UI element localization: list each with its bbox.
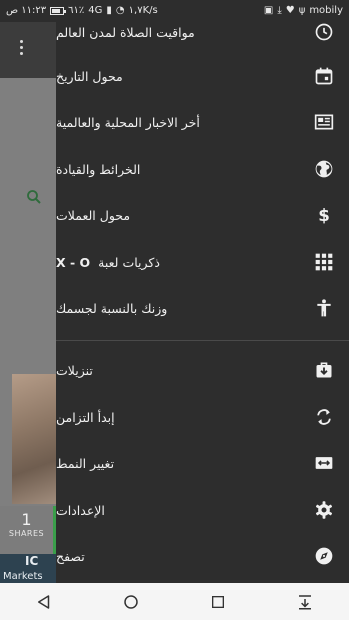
search-icon[interactable]: [25, 188, 43, 210]
time-text: ١١:٢٣ ص: [6, 5, 47, 16]
menu-item-label: مواقيت الصلاة لمدن العالم: [56, 24, 195, 40]
menu-item-suffix: X - O: [56, 254, 91, 270]
menu-item-news[interactable]: أخر الاخبار المحلية والعالمية: [56, 102, 349, 142]
menu-item-maps[interactable]: الخرائط والقيادة: [56, 149, 349, 189]
resize-icon: [314, 453, 334, 473]
menu-item-label: تغيير النمط: [56, 455, 115, 471]
dollar-icon: $: [314, 205, 334, 225]
notification-pull-button[interactable]: [293, 590, 317, 614]
calendar-icon: [314, 66, 334, 86]
menu-item-xo-game[interactable]: ذكريات لعبة X - O: [56, 242, 349, 282]
background-app: 1 SHARES IC Markets: [0, 22, 56, 583]
background-toolbar: [0, 22, 56, 78]
menu-item-label: تنزيلات: [56, 362, 93, 378]
grid-icon: [314, 252, 334, 272]
shares-count: 1: [21, 510, 32, 529]
shares-label: SHARES: [8, 529, 45, 538]
shares-box: 1 SHARES: [0, 506, 56, 554]
menu-item-label: الخرائط والقيادة: [56, 161, 141, 177]
menu-item-label: تصفح: [56, 548, 85, 564]
article-thumbnail[interactable]: [12, 374, 56, 504]
compass-icon: [314, 546, 334, 566]
clock-icon: [314, 22, 334, 42]
menu-item-currency[interactable]: محول العملات $: [56, 195, 349, 235]
menu-item-label: الإعدادات: [56, 502, 105, 518]
newspaper-icon: [314, 112, 334, 132]
menu-item-downloads[interactable]: تنزيلات: [56, 350, 349, 390]
sync-icon: [314, 407, 334, 427]
menu-item-label: أخر الاخبار المحلية والعالمية: [56, 114, 200, 130]
menu-item-label: ذكريات لعبة: [98, 254, 160, 270]
menu-item-label: وزنك بالنسبة لجسمك: [56, 300, 168, 316]
menu-item-change-theme[interactable]: تغيير النمط: [56, 443, 349, 483]
menu-item-sync[interactable]: إبدأ التزامن: [56, 397, 349, 437]
ad-banner[interactable]: IC Markets: [0, 554, 56, 583]
menu-item-body-weight[interactable]: وزنك بالنسبة لجسمك: [56, 288, 349, 328]
back-button[interactable]: [32, 590, 56, 614]
gear-icon: [314, 500, 334, 520]
menu-item-label: إبدأ التزامن: [56, 409, 115, 425]
menu-item-prayer-times[interactable]: مواقيت الصلاة لمدن العالم: [56, 12, 349, 52]
download-bag-icon: [314, 360, 334, 380]
home-button[interactable]: [119, 590, 143, 614]
menu-item-settings[interactable]: الإعدادات: [56, 490, 349, 530]
navigation-drawer: مواقيت الصلاة لمدن العالم محول التاريخ أ…: [56, 22, 349, 583]
menu-item-label: محول التاريخ: [56, 68, 123, 84]
person-icon: [314, 298, 334, 318]
menu-divider: [56, 340, 349, 341]
ad-text: Markets: [3, 571, 43, 582]
system-nav-bar: [0, 583, 349, 620]
recents-button[interactable]: [206, 590, 230, 614]
svg-text:$: $: [318, 206, 330, 225]
menu-item-label: محول العملات: [56, 207, 131, 223]
ad-logo: IC: [25, 554, 39, 568]
menu-item-date-converter[interactable]: محول التاريخ: [56, 56, 349, 96]
menu-item-browse[interactable]: تصفح: [56, 536, 349, 576]
overflow-menu-icon[interactable]: [18, 40, 24, 55]
globe-icon: [314, 159, 334, 179]
